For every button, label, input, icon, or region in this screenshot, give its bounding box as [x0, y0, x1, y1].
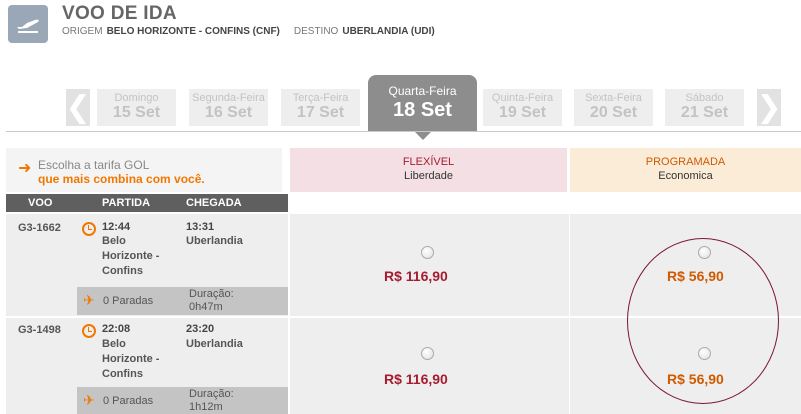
duration-value: 0h47m	[189, 301, 223, 313]
day-name: Quarta-Feira	[388, 84, 457, 98]
date-tab-quinta[interactable]: Quinta-Feira 19 Set	[483, 89, 562, 126]
day-date: 21 Set	[680, 104, 729, 121]
date-tab-segunda[interactable]: Segunda-Feira 16 Set	[189, 89, 268, 126]
duration: Duração: 1h12m	[189, 388, 234, 414]
flight-number: G3-1498	[18, 324, 61, 336]
departure-city-line: Confins	[102, 368, 143, 380]
departure-city: Belo Horizonte - Confins	[102, 337, 159, 382]
day-name: Terça-Feira	[292, 92, 349, 104]
fare-name: FLEXÍVEL	[402, 156, 455, 168]
col-departure: PARTIDA	[102, 197, 151, 209]
duration-label: Duração:	[189, 388, 234, 400]
next-dates-arrow[interactable]: ❯	[756, 89, 782, 126]
stops-count: 0 Paradas	[103, 395, 154, 407]
origin-value: BELO HORIZONTE - CONFINS (CNF)	[106, 26, 280, 37]
arrival-city: Uberlandia	[186, 235, 243, 247]
fare-header-programada: PROGRAMADA Economica	[570, 148, 801, 192]
duration: Duração: 0h47m	[189, 288, 234, 314]
day-date: 17 Set	[296, 104, 345, 121]
departure-time: 12:44	[102, 221, 131, 233]
fare-radio-flexivel[interactable]	[421, 347, 434, 360]
promo-banner: ➜ Escolha a tarifa GOL que mais combina …	[6, 148, 282, 192]
arrow-icon: ➜	[18, 160, 32, 177]
fare-cell-flexivel[interactable]	[290, 214, 569, 316]
plane-icon: ✈	[83, 392, 95, 408]
departure-city-line: Confins	[102, 265, 143, 277]
day-name: Quinta-Feira	[491, 92, 554, 104]
destination-label: DESTINO	[293, 26, 339, 37]
fare-subtitle: Economica	[658, 170, 713, 182]
destination-value: UBERLANDIA (UDI)	[342, 26, 435, 37]
day-date: 15 Set	[112, 104, 161, 121]
arrival-time: 13:31	[186, 221, 215, 233]
departure-city: Belo Horizonte - Confins	[102, 234, 159, 279]
flight-table-header: VOO PARTIDA CHEGADA	[6, 194, 288, 212]
stops-count: 0 Paradas	[103, 295, 154, 307]
duration-label: Duração:	[189, 288, 234, 300]
date-tab-sexta[interactable]: Sexta-Feira 20 Set	[574, 89, 653, 126]
price-flexivel: R$ 116,90	[384, 268, 448, 284]
stops-bar: ✈ 0 Paradas Duração: 1h12m	[77, 387, 288, 414]
fare-subtitle: Liberdade	[404, 170, 453, 182]
date-tab-sabado[interactable]: Sábado 21 Set	[665, 89, 744, 126]
arrival-city: Uberlandia	[186, 338, 243, 350]
departure-time: 22:08	[102, 323, 131, 335]
plane-icon: ✈	[83, 292, 95, 308]
date-tab-terca[interactable]: Terça-Feira 17 Set	[281, 89, 360, 126]
origin-label: ORIGEM	[62, 26, 103, 37]
fare-cell-flexivel[interactable]	[290, 318, 569, 414]
day-date: 20 Set	[589, 104, 638, 121]
col-flight: VOO	[28, 197, 53, 209]
day-name: Domingo	[114, 92, 159, 104]
departure-city-line: Belo	[102, 235, 126, 247]
departure-city-line: Horizonte -	[102, 250, 160, 262]
col-arrival: CHEGADA	[186, 197, 242, 209]
page-title: VOO DE IDA	[62, 3, 177, 24]
fare-radio-flexivel[interactable]	[421, 246, 434, 259]
duration-value: 1h12m	[189, 401, 223, 413]
clock-icon	[82, 324, 96, 338]
fare-name: PROGRAMADA	[645, 156, 726, 168]
day-name: Sexta-Feira	[585, 92, 642, 104]
divider	[6, 131, 801, 132]
annotation-circle	[627, 238, 779, 404]
day-date: 18 Set	[393, 99, 452, 121]
day-date: 16 Set	[204, 104, 253, 121]
date-tab-quarta-selected[interactable]: Quarta-Feira 18 Set	[368, 75, 477, 140]
promo-line-2: que mais combina com você.	[38, 172, 205, 186]
day-name: Segunda-Feira	[192, 92, 265, 104]
route-info: ORIGEM BELO HORIZONTE - CONFINS (CNF) DEST…	[62, 26, 435, 37]
selected-pointer	[415, 132, 431, 140]
day-date: 19 Set	[498, 104, 547, 121]
date-tab-domingo[interactable]: Domingo 15 Set	[97, 89, 176, 126]
prev-dates-arrow[interactable]: ❮	[65, 89, 91, 126]
departure-city-line: Belo	[102, 338, 126, 350]
fare-header-flexivel: FLEXÍVEL Liberdade	[290, 148, 567, 192]
price-flexivel: R$ 116,90	[384, 371, 448, 387]
promo-line-1: Escolha a tarifa GOL	[38, 158, 150, 172]
arrival-time: 23:20	[186, 323, 215, 335]
day-name: Sábado	[685, 92, 724, 104]
departure-city-line: Horizonte -	[102, 353, 160, 365]
stops-bar: ✈ 0 Paradas Duração: 0h47m	[77, 287, 288, 315]
clock-icon	[82, 222, 96, 236]
flight-number: G3-1662	[18, 222, 61, 234]
plane-takeoff-icon	[8, 5, 48, 43]
